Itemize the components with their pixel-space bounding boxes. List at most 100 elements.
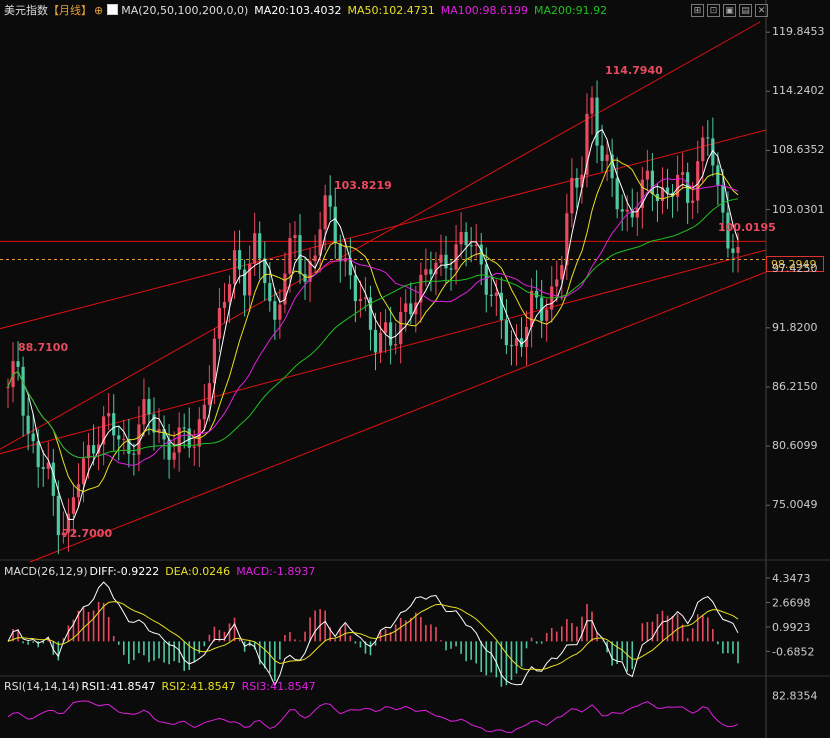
candle-body xyxy=(56,495,60,536)
macd-header: MACD(26,12,9) DIFF:-0.9222 DEA:0.0246 MACD:… xyxy=(4,564,321,580)
collapse-icon[interactable]: ▤ xyxy=(739,4,752,17)
candle-body xyxy=(605,154,609,161)
candle-body xyxy=(107,413,111,417)
price-tick-label: 86.2150 xyxy=(772,379,818,393)
candle-body xyxy=(399,312,403,345)
candle-body xyxy=(142,399,146,425)
ma50-value: MA50:102.4731 xyxy=(347,4,435,17)
ma-toggle-icon[interactable] xyxy=(107,4,119,15)
candle-body xyxy=(172,452,176,460)
candle-body xyxy=(464,232,468,246)
candle-body xyxy=(615,178,619,210)
candle-body xyxy=(132,453,136,455)
price-annotation: 100.0195 xyxy=(718,221,776,234)
candle-body xyxy=(721,184,725,213)
rsi-tick-label: 82.8354 xyxy=(772,689,818,702)
candle-body xyxy=(6,387,10,389)
trend-channel-line xyxy=(0,129,767,330)
chart-canvas[interactable]: 114.7940 103.8219 88.7100 72.7000 100.0195 4.… xyxy=(0,0,830,738)
candle-body xyxy=(736,247,740,253)
settings-icon[interactable]: ⊕ xyxy=(94,4,103,17)
candle-body xyxy=(424,269,428,275)
expand-icon[interactable]: ▣ xyxy=(723,4,736,17)
candle-body xyxy=(323,195,327,230)
candle-body xyxy=(529,290,534,327)
period-label[interactable]: 【月线】 xyxy=(48,4,92,17)
candle-body xyxy=(36,441,40,468)
zoom-icon[interactable]: ⊡ xyxy=(707,4,720,17)
candle-body xyxy=(338,243,342,262)
candle-body xyxy=(177,427,181,453)
candle-body xyxy=(590,97,594,114)
candle-body xyxy=(439,254,443,263)
candle-body xyxy=(545,309,549,321)
candle-body xyxy=(378,332,383,353)
candle-body xyxy=(288,238,292,274)
price-annotation: 103.8219 xyxy=(334,179,392,192)
candle-body xyxy=(313,255,317,262)
candle-body xyxy=(232,250,237,284)
candle-body xyxy=(595,97,599,146)
candle-body xyxy=(394,344,398,346)
trend-channel-line xyxy=(29,271,767,563)
ma-label: MA(20,50,100,200,0,0) xyxy=(121,4,249,17)
candle-body xyxy=(449,268,453,270)
price-tick-label: 103.0301 xyxy=(772,202,825,216)
candle-body xyxy=(258,233,262,259)
candle-body xyxy=(81,458,86,485)
candle-body xyxy=(681,172,685,175)
rsi3-value: RSI3:41.8547 xyxy=(241,680,316,693)
candle-body xyxy=(484,264,488,295)
candle-body xyxy=(373,329,378,353)
price-annotation: 114.7940 xyxy=(605,64,663,77)
macd-tick-label: 0.9923 xyxy=(772,621,811,634)
candle-body xyxy=(328,195,332,207)
rsi1-value: RSI1:41.8547 xyxy=(81,680,156,693)
candle-body xyxy=(192,446,196,448)
rsi-line xyxy=(7,700,739,734)
candle-body xyxy=(570,177,574,214)
candle-body xyxy=(560,265,564,280)
macd-diff-line xyxy=(7,581,739,687)
candle-body xyxy=(620,209,624,212)
candle-body xyxy=(333,206,337,244)
candle-body xyxy=(404,303,408,313)
candle-body xyxy=(237,250,242,270)
candle-body xyxy=(298,235,302,275)
candle-body xyxy=(71,497,76,514)
rsi2-value: RSI2:41.8547 xyxy=(161,680,236,693)
close-icon[interactable]: ✕ xyxy=(755,4,768,17)
candle-body xyxy=(409,303,413,315)
candle-body xyxy=(504,320,509,346)
candle-body xyxy=(222,301,227,308)
candle-body xyxy=(358,298,363,302)
candle-body xyxy=(494,292,498,296)
candle-body xyxy=(489,294,493,296)
candle-body xyxy=(253,233,257,264)
macd-dea-value: DEA:0.0246 xyxy=(165,565,231,578)
candle-body xyxy=(217,307,222,339)
candle-body xyxy=(207,383,211,405)
main-header: 美元指数【月线】 ⊕ MA(20,50,100,200,0,0) MA20:103.4… xyxy=(4,3,613,19)
macd-tick-label: 4.3473 xyxy=(772,572,811,585)
price-tick-label: 108.6352 xyxy=(772,143,825,157)
candle-body xyxy=(293,235,297,239)
crosshair-icon[interactable]: ⊞ xyxy=(691,4,704,17)
candle-body xyxy=(41,467,45,469)
candle-body xyxy=(650,170,655,194)
macd-tick-label: -0.6852 xyxy=(772,645,814,658)
ma200-line xyxy=(7,198,739,459)
ma200-value: MA200:91.92 xyxy=(533,4,608,17)
candle-body xyxy=(26,415,30,434)
candle-body xyxy=(429,269,433,275)
price-annotation: 72.7000 xyxy=(62,527,112,540)
candle-body xyxy=(31,433,35,442)
candle-body xyxy=(600,145,604,161)
candle-body xyxy=(716,165,720,185)
candle-body xyxy=(696,161,700,201)
candle-body xyxy=(383,322,388,333)
candle-body xyxy=(706,137,710,139)
candle-body xyxy=(51,462,55,496)
candle-body xyxy=(731,248,735,253)
candle-body xyxy=(268,283,272,302)
